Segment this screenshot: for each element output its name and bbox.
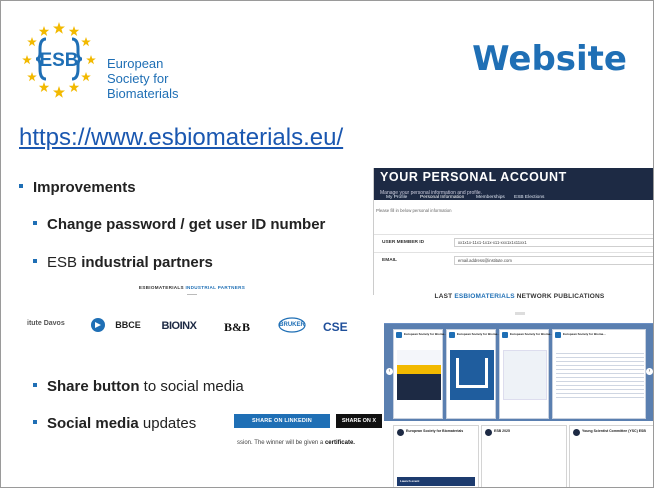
publication-card[interactable]: European Society for Bioma... (552, 329, 646, 419)
slide: ESB European Society for Biomaterials We… (0, 0, 654, 488)
tab-personal-information[interactable]: Personal Information (420, 195, 465, 201)
publications-heading: LAST ESBIOMATERIALS NETWORK PUBLICATIONS (434, 293, 605, 300)
publications-more-button[interactable] (515, 312, 525, 315)
publication-card[interactable]: European Society for Bioma... (499, 329, 553, 419)
bullet-industrial-partners: ESB industrial partners (33, 254, 213, 271)
tile-avatar-icon (397, 429, 404, 436)
share-on-linkedin-button[interactable]: SHARE ON LINKEDIN (234, 414, 330, 428)
website-link[interactable]: https://www.esbiomaterials.eu/ (19, 124, 343, 152)
bullet-marker (33, 221, 37, 226)
tile-avatar-icon (573, 429, 580, 436)
tab-my-profile[interactable]: My Profile (386, 195, 407, 200)
bullet-marker (33, 383, 37, 388)
publication-tile[interactable]: ESB 2025 (481, 425, 567, 487)
card-image (503, 350, 547, 400)
publications-feed: ‹ › European Society for Bioma... Europe… (384, 323, 653, 421)
partner-logo-cse[interactable]: CSE (317, 310, 361, 360)
publication-tile[interactable]: European Society for Biomaterials Launch… (393, 425, 479, 487)
partner-logos: itute Davos BBCE BIOINX B&B BRUKER CSE (27, 310, 357, 360)
partner-logo-bruker[interactable]: BRUKER (271, 310, 313, 360)
partner-logo-davos[interactable]: itute Davos (27, 310, 85, 360)
member-id-label: USER MEMBER ID (382, 240, 425, 245)
author-avatar-icon (396, 332, 402, 338)
partner-logo-bb[interactable]: B&B (209, 310, 265, 360)
card-image (397, 350, 441, 400)
author-avatar-icon (449, 332, 455, 338)
esb-logo-mark: ESB (22, 22, 96, 98)
bullet-improvements: Improvements (19, 179, 136, 196)
personal-account-screenshot: YOUR PERSONAL ACCOUNT Manage your person… (373, 168, 653, 295)
account-banner: YOUR PERSONAL ACCOUNT (374, 168, 653, 190)
partner-logo-bioinx[interactable]: BIOINX (153, 310, 205, 360)
partner-logo-bbce[interactable]: BBCE (87, 310, 149, 360)
feed-prev-arrow-icon[interactable]: ‹ (386, 368, 393, 375)
publication-card[interactable]: European Society for Bioma... (393, 329, 447, 419)
slide-title: Website (472, 39, 627, 79)
email-field[interactable]: email.address@institute.com (454, 256, 653, 265)
account-hint: Please fill in below personal informatio… (376, 208, 452, 213)
partners-divider (187, 294, 197, 295)
certificate-note: ssion. The winner will be given a certif… (237, 440, 355, 446)
author-avatar-icon (555, 332, 561, 338)
bullet-social-media: Social media updates (33, 415, 196, 432)
bullet-marker (33, 259, 37, 264)
account-title: YOUR PERSONAL ACCOUNT (380, 170, 567, 184)
partners-heading: ESBIOMATERIALS INDUSTRIAL PARTNERS (138, 285, 246, 290)
logo-society-name: European Society for Biomaterials (107, 56, 179, 101)
esb-logo: ESB European Society for Biomaterials (19, 19, 189, 101)
feed-next-arrow-icon[interactable]: › (646, 368, 653, 375)
member-id-field[interactable]: xx1x1x-11x1-1x1x-x11-xxx1x1x11xx1 (454, 238, 653, 247)
tab-memberships[interactable]: Memberships (476, 195, 505, 200)
bullet-marker (33, 420, 37, 425)
share-on-x-button[interactable]: SHARE ON X (336, 414, 382, 428)
author-avatar-icon (502, 332, 508, 338)
field-row-email: EMAIL email.address@institute.com (374, 252, 653, 268)
esb-logo-letters: ESB (39, 50, 78, 71)
publication-tile[interactable]: Young Scientist Committee (YSC) ESB (569, 425, 653, 487)
tab-esb-elections[interactable]: ESB Elections (514, 195, 544, 200)
tile-avatar-icon (485, 429, 492, 436)
bullet-marker (19, 184, 23, 189)
email-label: EMAIL (382, 258, 397, 263)
publication-card[interactable]: European Society for Bioma... (446, 329, 500, 419)
account-tabs: Manage your personal information and pro… (374, 190, 653, 201)
network-publications-screenshot: LAST ESBIOMATERIALS NETWORK PUBLICATIONS… (384, 293, 653, 487)
field-row-member-id: USER MEMBER ID xx1x1x-11x1-1x1x-x11-xxx1… (374, 234, 653, 250)
tile-footer: Launch event (397, 477, 475, 486)
bullet-share-button: Share button to social media (33, 378, 244, 395)
card-image (556, 350, 644, 400)
industrial-partners-panel: ESBIOMATERIALS INDUSTRIAL PARTNERS itute… (27, 285, 357, 363)
card-image (450, 350, 494, 400)
publication-tiles: European Society for Biomaterials Launch… (384, 421, 653, 487)
bullet-change-password: Change password / get user ID number (33, 216, 325, 233)
